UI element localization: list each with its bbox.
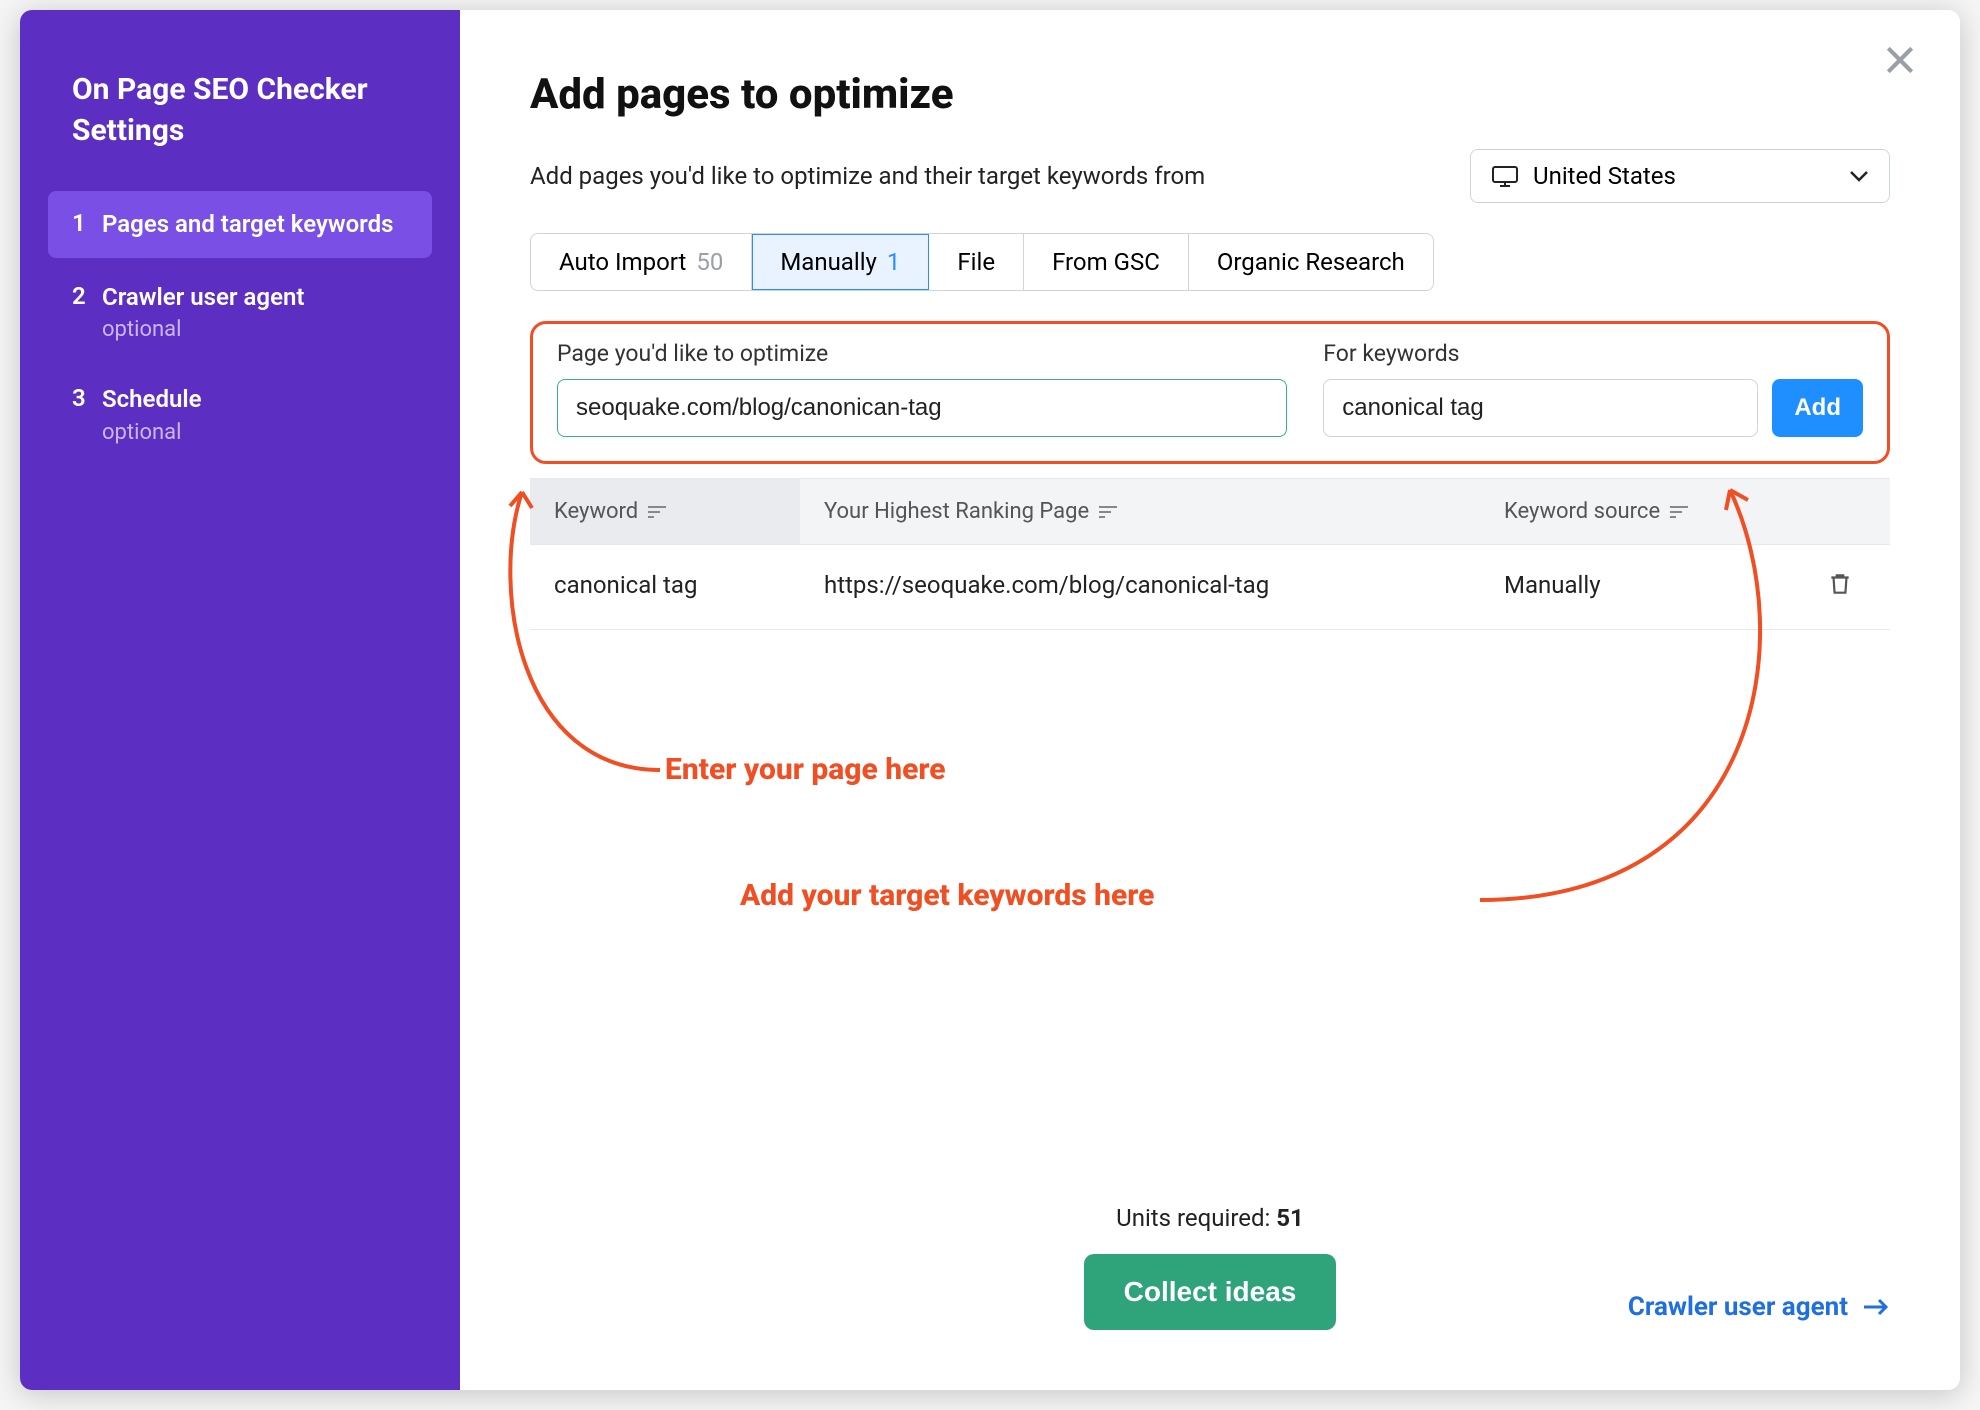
col-label: Keyword bbox=[554, 499, 638, 524]
delete-row-button[interactable] bbox=[1790, 545, 1890, 629]
country-select[interactable]: United States bbox=[1470, 149, 1890, 203]
keywords-table: Keyword Your Highest Ranking Page Keywor… bbox=[530, 478, 1890, 630]
step-sublabel: optional bbox=[102, 317, 304, 342]
step-label: Schedule bbox=[102, 384, 202, 415]
units-required: Units required: 51 bbox=[1116, 1204, 1304, 1232]
tab-count: 1 bbox=[887, 248, 901, 276]
next-step-label: Crawler user agent bbox=[1628, 1292, 1848, 1322]
step-label: Crawler user agent bbox=[102, 282, 304, 313]
trash-icon bbox=[1827, 571, 1853, 597]
cell-keyword: canonical tag bbox=[530, 545, 800, 629]
intro-text: Add pages you'd like to optimize and the… bbox=[530, 162, 1446, 190]
desktop-icon bbox=[1491, 165, 1519, 187]
step-label: Pages and target keywords bbox=[102, 209, 393, 240]
keywords-input[interactable] bbox=[1323, 379, 1758, 437]
cell-source: Manually bbox=[1480, 545, 1790, 629]
arrow-right-icon bbox=[1862, 1297, 1890, 1317]
tab-label: From GSC bbox=[1052, 248, 1160, 276]
sort-icon bbox=[1670, 505, 1688, 519]
tab-count: 50 bbox=[696, 248, 723, 276]
col-keyword[interactable]: Keyword bbox=[530, 479, 800, 544]
tab-label: Manually bbox=[780, 248, 877, 276]
page-title: Add pages to optimize bbox=[530, 70, 1890, 119]
annotation-page-hint: Enter your page here bbox=[665, 752, 946, 787]
chevron-down-icon bbox=[1849, 170, 1869, 182]
sidebar-step-crawler[interactable]: 2 Crawler user agent optional bbox=[48, 264, 432, 360]
col-actions bbox=[1790, 479, 1890, 544]
sidebar: On Page SEO Checker Settings 1 Pages and… bbox=[20, 10, 460, 1390]
sort-icon bbox=[1099, 505, 1117, 519]
add-page-form: Page you'd like to optimize For keywords… bbox=[530, 321, 1890, 464]
settings-modal: On Page SEO Checker Settings 1 Pages and… bbox=[20, 10, 1960, 1390]
tab-label: Organic Research bbox=[1217, 248, 1405, 276]
col-label: Keyword source bbox=[1504, 499, 1660, 524]
page-field-label: Page you'd like to optimize bbox=[557, 340, 1287, 367]
page-input[interactable] bbox=[557, 379, 1287, 437]
tab-file[interactable]: File bbox=[929, 234, 1024, 290]
col-source[interactable]: Keyword source bbox=[1480, 479, 1790, 544]
keywords-field-label: For keywords bbox=[1323, 340, 1863, 367]
tab-from-gsc[interactable]: From GSC bbox=[1024, 234, 1189, 290]
main-panel: Add pages to optimize Add pages you'd li… bbox=[460, 10, 1960, 1390]
step-number: 2 bbox=[72, 282, 102, 310]
table-row: canonical tag https://seoquake.com/blog/… bbox=[530, 544, 1890, 629]
footer: Units required: 51 Collect ideas Crawler… bbox=[530, 1204, 1890, 1350]
cell-page: https://seoquake.com/blog/canonical-tag bbox=[800, 545, 1480, 629]
table-header: Keyword Your Highest Ranking Page Keywor… bbox=[530, 479, 1890, 544]
close-icon bbox=[1880, 40, 1920, 80]
units-label: Units required: bbox=[1116, 1204, 1276, 1232]
close-button[interactable] bbox=[1880, 40, 1920, 80]
units-value: 51 bbox=[1276, 1204, 1304, 1232]
sort-icon bbox=[648, 505, 666, 519]
collect-ideas-button[interactable]: Collect ideas bbox=[1084, 1254, 1337, 1330]
sidebar-step-pages[interactable]: 1 Pages and target keywords bbox=[48, 191, 432, 258]
import-tabs: Auto Import 50 Manually 1 File From GSC … bbox=[530, 233, 1434, 291]
col-label: Your Highest Ranking Page bbox=[824, 499, 1089, 524]
tab-manually[interactable]: Manually 1 bbox=[752, 234, 929, 290]
tab-auto-import[interactable]: Auto Import 50 bbox=[531, 234, 752, 290]
col-page[interactable]: Your Highest Ranking Page bbox=[800, 479, 1480, 544]
step-sublabel: optional bbox=[102, 420, 202, 445]
add-button[interactable]: Add bbox=[1772, 379, 1863, 437]
sidebar-title: On Page SEO Checker Settings bbox=[72, 70, 432, 151]
tab-label: File bbox=[957, 248, 995, 276]
tab-label: Auto Import bbox=[559, 248, 686, 276]
annotation-keywords-hint: Add your target keywords here bbox=[740, 878, 1154, 913]
country-value: United States bbox=[1533, 162, 1676, 190]
step-number: 1 bbox=[72, 209, 102, 237]
tab-organic-research[interactable]: Organic Research bbox=[1189, 234, 1433, 290]
step-number: 3 bbox=[72, 384, 102, 412]
sidebar-step-schedule[interactable]: 3 Schedule optional bbox=[48, 366, 432, 462]
next-step-link[interactable]: Crawler user agent bbox=[1628, 1292, 1890, 1322]
